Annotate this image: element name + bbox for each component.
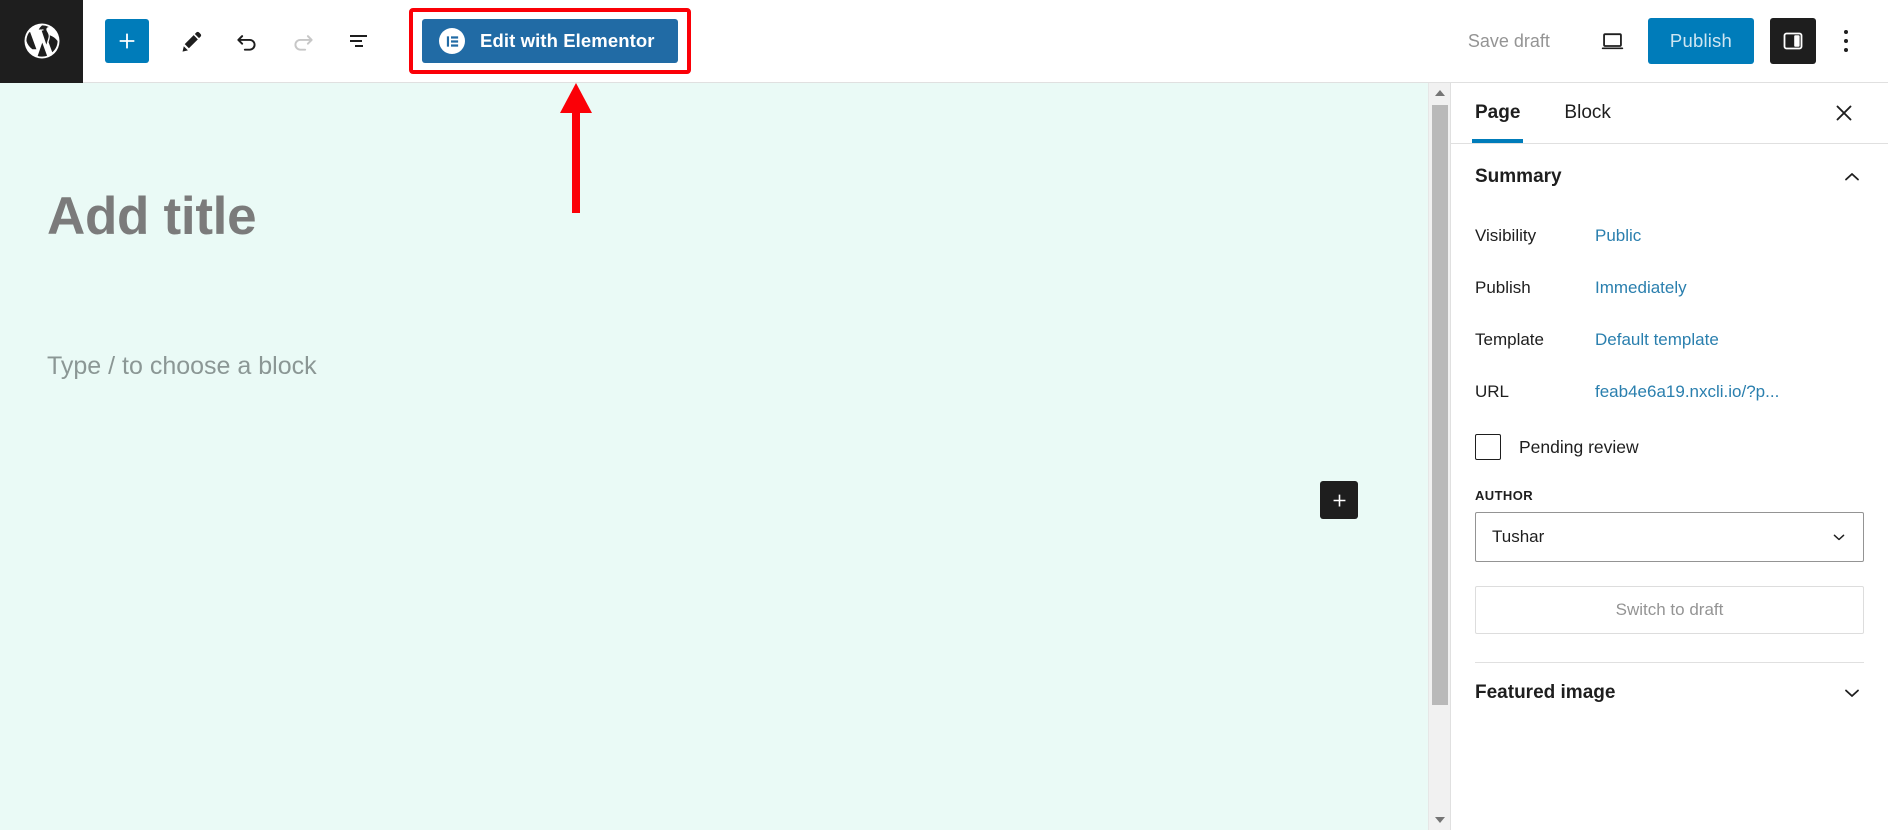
chevron-down-icon (1829, 527, 1849, 547)
settings-sidebar-icon (1783, 32, 1803, 50)
chevron-up-icon[interactable] (1840, 165, 1864, 189)
elementor-button-highlight: Edit with Elementor (409, 8, 691, 74)
summary-row-visibility: Visibility Public (1475, 210, 1864, 262)
editor-toolbar: Edit with Elementor Save draft Publish (0, 0, 1888, 83)
elementor-logo-icon (439, 28, 465, 54)
scrollbar-thumb[interactable] (1432, 105, 1448, 705)
settings-sidebar: Page Block Summary Visibility Public Pub… (1450, 83, 1888, 830)
summary-row-publish: Publish Immediately (1475, 262, 1864, 314)
publish-date-value-button[interactable]: Immediately (1595, 278, 1687, 298)
switch-to-draft-button[interactable]: Switch to draft (1475, 586, 1864, 634)
tab-block[interactable]: Block (1564, 84, 1610, 142)
preview-button[interactable] (1586, 14, 1640, 68)
edit-with-elementor-button[interactable]: Edit with Elementor (422, 19, 678, 63)
template-label: Template (1475, 330, 1544, 349)
redo-button[interactable] (275, 13, 331, 69)
summary-panel-title: Summary (1475, 166, 1562, 187)
visibility-label: Visibility (1475, 226, 1537, 245)
editor-canvas[interactable]: Add title Type / to choose a block (0, 83, 1428, 830)
triangle-up-icon (1435, 90, 1445, 96)
redo-arrow-icon (294, 35, 313, 51)
plus-icon (119, 33, 135, 49)
undo-button[interactable] (219, 13, 275, 69)
toolbar-left-group: Edit with Elementor (83, 8, 691, 74)
pending-review-row: Pending review (1475, 418, 1864, 476)
default-block-appender[interactable]: Type / to choose a block (47, 352, 317, 381)
post-title-input[interactable]: Add title (47, 186, 257, 247)
list-view-button[interactable] (331, 13, 387, 69)
tools-pencil-button[interactable] (163, 13, 219, 69)
summary-panel: Summary Visibility Public Publish Immedi… (1451, 144, 1888, 723)
scroll-up-button[interactable] (1429, 83, 1451, 103)
toolbar-right-group: Save draft Publish (1454, 14, 1888, 68)
canvas-scrollbar[interactable] (1428, 83, 1451, 830)
pending-review-checkbox[interactable] (1475, 434, 1501, 460)
featured-image-title: Featured image (1475, 682, 1616, 703)
publish-date-label: Publish (1475, 278, 1531, 297)
url-value-button[interactable]: feab4e6a19.nxcli.io/?p... (1595, 382, 1779, 402)
wordpress-logo-icon[interactable] (0, 0, 83, 83)
close-icon (1836, 105, 1852, 121)
featured-image-panel-header[interactable]: Featured image (1475, 663, 1864, 723)
sidebar-tabs: Page Block (1451, 83, 1888, 144)
add-block-button[interactable] (105, 19, 149, 63)
template-value-button[interactable]: Default template (1595, 330, 1719, 350)
save-draft-button[interactable]: Save draft (1454, 21, 1564, 62)
undo-arrow-icon (237, 35, 256, 51)
author-field-label: AUTHOR (1475, 488, 1534, 503)
list-view-icon (350, 35, 367, 47)
close-sidebar-button[interactable] (1824, 93, 1864, 133)
summary-row-template: Template Default template (1475, 314, 1864, 366)
scroll-down-button[interactable] (1429, 810, 1451, 830)
chevron-down-icon[interactable] (1840, 681, 1864, 705)
settings-sidebar-toggle[interactable] (1770, 18, 1816, 64)
triangle-down-icon (1435, 817, 1445, 823)
canvas-add-block-button[interactable] (1320, 481, 1358, 519)
wordpress-block-editor: Edit with Elementor Save draft Publish A… (0, 0, 1888, 830)
edit-with-elementor-label: Edit with Elementor (480, 30, 655, 51)
tab-page[interactable]: Page (1471, 84, 1524, 143)
author-select-value: Tushar (1492, 527, 1545, 546)
desktop-preview-icon (1602, 32, 1624, 49)
vertical-dots-icon (1844, 28, 1848, 55)
url-label: URL (1475, 382, 1510, 401)
pending-review-label[interactable]: Pending review (1519, 437, 1639, 458)
more-options-button[interactable] (1822, 14, 1870, 68)
visibility-value-button[interactable]: Public (1595, 226, 1641, 246)
pencil-edit-icon (182, 31, 201, 52)
summary-row-url: URL feab4e6a19.nxcli.io/?p... (1475, 366, 1864, 418)
summary-panel-header[interactable]: Summary (1475, 144, 1864, 210)
plus-icon (1333, 494, 1345, 506)
author-select[interactable]: Tushar (1475, 512, 1864, 562)
publish-button[interactable]: Publish (1647, 18, 1754, 64)
